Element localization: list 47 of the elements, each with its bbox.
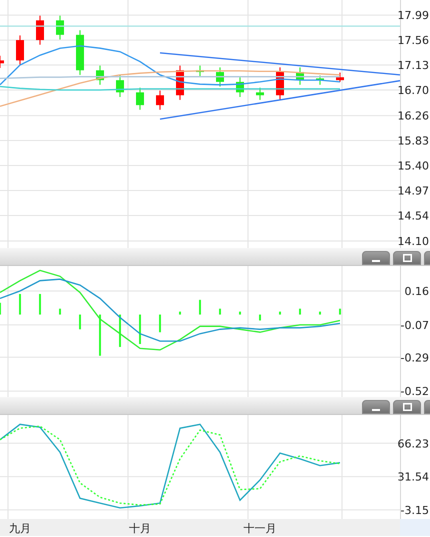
candlestick [196, 66, 204, 77]
candlestick [296, 67, 304, 85]
axis-label: 17.13 [398, 59, 429, 72]
minimize-button[interactable] [362, 400, 390, 414]
candlestick [176, 66, 184, 100]
candlestick [316, 76, 324, 85]
axis-label: 17.99 [398, 9, 429, 22]
axis-label: -3.15 [400, 504, 429, 517]
candlestick [0, 56, 4, 68]
candlestick [216, 67, 224, 87]
maximize-button[interactable] [393, 251, 421, 265]
axis-label: 14.54 [398, 209, 429, 222]
axis-label: 17.56 [398, 34, 429, 48]
minimize-icon [372, 259, 380, 262]
axis-label: -0.07 [400, 318, 429, 332]
maximize-button[interactable] [393, 400, 421, 414]
axis-label: -0.52 [400, 385, 429, 397]
candlestick [336, 72, 344, 82]
candlestick [256, 88, 264, 100]
axis-label: 31.54 [398, 470, 429, 484]
maximize-icon [402, 254, 412, 262]
candlestick [136, 88, 144, 110]
axis-label: 九月 [9, 522, 31, 535]
axis-label: 16.70 [398, 84, 429, 98]
candlestick [276, 67, 284, 100]
candlestick [116, 76, 124, 97]
candlestick [236, 77, 244, 97]
axis-label: 十月 [129, 522, 151, 535]
axis-label: 十一月 [244, 522, 276, 535]
axis-label: 14.10 [398, 235, 429, 248]
candlestick [56, 16, 64, 40]
minimize-button[interactable] [362, 251, 390, 265]
axis-label: 15.83 [398, 134, 429, 148]
candlestick [156, 90, 164, 110]
axis-label: 16.26 [398, 110, 429, 123]
axis-label: -0.29 [400, 351, 429, 364]
maximize-icon [402, 403, 412, 411]
candlestick [16, 35, 24, 66]
candlestick [76, 30, 84, 75]
axis-label: 66.23 [398, 437, 429, 450]
axis-label: 15.40 [398, 160, 429, 173]
minimize-icon [372, 408, 380, 411]
axis-label: 0.16 [404, 285, 429, 298]
candlestick [36, 16, 44, 45]
axis-corner [400, 519, 430, 536]
candlestick [96, 66, 104, 85]
axis-label: 14.97 [398, 184, 429, 198]
